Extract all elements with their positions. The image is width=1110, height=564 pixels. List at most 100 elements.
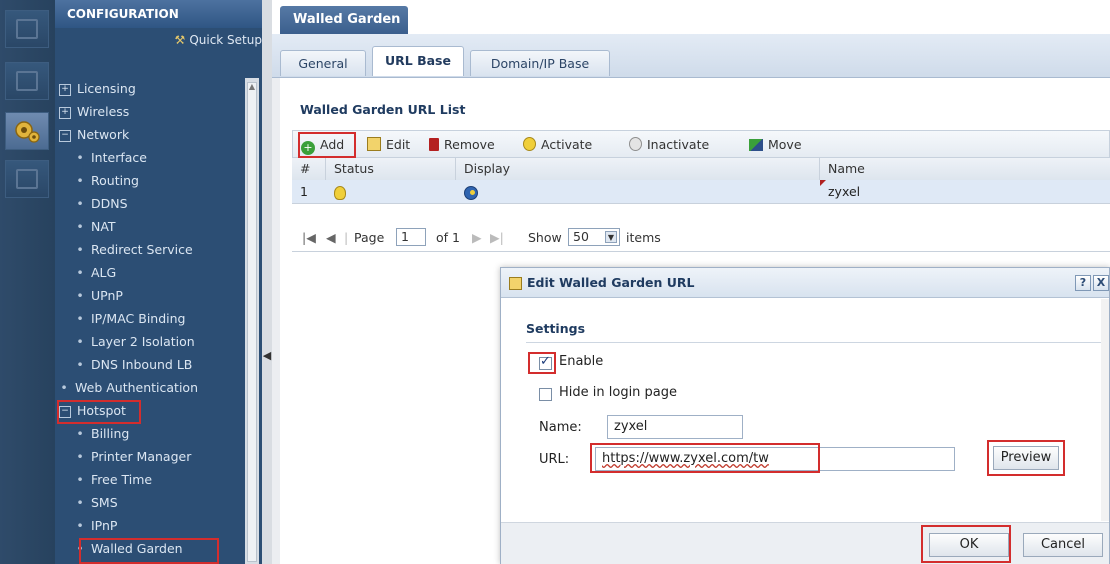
sidebar-item-label: SMS: [91, 495, 118, 510]
maintenance-icon[interactable]: [5, 160, 49, 198]
trash-icon: [429, 138, 439, 151]
quick-setup-label: Quick Setup: [189, 33, 262, 47]
dashboard-icon[interactable]: [5, 10, 49, 48]
preview-button[interactable]: Preview: [993, 446, 1059, 470]
ok-button[interactable]: OK: [929, 533, 1009, 557]
sidebar-item-licensing[interactable]: + Licensing: [59, 78, 136, 100]
sidebar-item-billing[interactable]: • Billing: [75, 423, 129, 445]
bullet-icon: •: [76, 495, 84, 510]
sidebar-item-redirect-service[interactable]: • Redirect Service: [75, 239, 193, 261]
bullet-icon: •: [76, 196, 84, 211]
name-input[interactable]: zyxel: [607, 415, 743, 439]
column-header-display[interactable]: Display: [456, 158, 820, 180]
column-header-index[interactable]: #: [292, 158, 326, 180]
next-page-icon[interactable]: ▶: [472, 229, 482, 247]
pager-separator: |: [344, 230, 349, 245]
sidebar-item-alg[interactable]: • ALG: [75, 262, 116, 284]
remove-button[interactable]: Remove: [429, 135, 495, 155]
collapse-icon: −: [59, 405, 71, 418]
cell-status: [326, 180, 456, 204]
bulb-on-icon: [334, 185, 346, 200]
expand-icon: +: [59, 83, 71, 96]
sidebar-item-hotspot[interactable]: − Hotspot: [59, 400, 126, 422]
close-button[interactable]: X: [1093, 275, 1109, 291]
hide-in-login-checkbox[interactable]: [539, 388, 552, 401]
sidebar-item-upnp[interactable]: • UPnP: [75, 285, 123, 307]
sidebar-item-label: Layer 2 Isolation: [91, 334, 195, 349]
collapse-sidebar-icon[interactable]: ◀: [262, 336, 272, 376]
sidebar-item-nat[interactable]: • NAT: [75, 216, 115, 238]
sidebar-item-label: DNS Inbound LB: [91, 357, 193, 372]
sidebar-item-wireless[interactable]: + Wireless: [59, 101, 129, 123]
dialog-scrollbar[interactable]: [1101, 299, 1109, 521]
url-input[interactable]: https://www.zyxel.com/tw: [595, 447, 955, 471]
sidebar-item-ip-mac-binding[interactable]: • IP/MAC Binding: [75, 308, 185, 330]
sidebar-item-layer-2-isolation[interactable]: • Layer 2 Isolation: [75, 331, 195, 353]
bullet-icon: •: [76, 541, 84, 556]
sidebar-item-web-authentication[interactable]: • Web Authentication: [59, 377, 198, 399]
bullet-icon: •: [76, 288, 84, 303]
scroll-up-icon[interactable]: ▲: [247, 82, 257, 94]
first-page-icon[interactable]: |◀: [302, 229, 316, 247]
configuration-sidebar: CONFIGURATION ⚒ Quick Setup + Licensing + Wi…: [55, 0, 272, 564]
edit-button[interactable]: Edit: [367, 135, 410, 155]
configuration-gear-icon[interactable]: [5, 112, 49, 150]
sidebar-item-label: IPnP: [91, 518, 118, 533]
items-label: items: [626, 230, 661, 245]
help-button[interactable]: ?: [1075, 275, 1091, 291]
sidebar-item-label: Interface: [91, 150, 147, 165]
sidebar-item-walled-garden[interactable]: • Walled Garden: [75, 538, 182, 560]
table-pager: |◀ ◀ | Page 1 of 1 ▶ ▶| Show 50 ▼ items: [292, 224, 1110, 252]
sidebar-item-free-time[interactable]: • Free Time: [75, 469, 152, 491]
sidebar-item-ipnp[interactable]: • IPnP: [75, 515, 117, 537]
column-header-status[interactable]: Status: [326, 158, 456, 180]
sidebar-item-label: Redirect Service: [91, 242, 193, 257]
sidebar-splitter[interactable]: [262, 0, 272, 564]
move-button[interactable]: Move: [749, 135, 802, 155]
app-icon-strip: [0, 0, 55, 564]
quick-setup-link[interactable]: ⚒ Quick Setup: [55, 28, 272, 52]
page-tab-bar: Walled Garden: [272, 0, 1110, 34]
sidebar-item-label: UPnP: [91, 288, 123, 303]
bullet-icon: •: [76, 311, 84, 326]
page-number-input[interactable]: 1: [396, 228, 426, 246]
tab-url-base[interactable]: URL Base: [372, 46, 464, 76]
cancel-button[interactable]: Cancel: [1023, 533, 1103, 557]
sidebar-item-routing[interactable]: • Routing: [75, 170, 139, 192]
sidebar-item-label: Routing: [91, 173, 139, 188]
activate-label: Activate: [541, 137, 593, 152]
inactivate-button[interactable]: Inactivate: [629, 135, 709, 155]
sidebar-scrollbar-thumb[interactable]: [247, 82, 257, 562]
display-icon: [464, 185, 478, 200]
bullet-icon: •: [76, 242, 84, 257]
expand-icon: +: [59, 106, 71, 119]
sidebar-item-dns-inbound-lb[interactable]: • DNS Inbound LB: [75, 354, 192, 376]
prev-page-icon[interactable]: ◀: [326, 229, 336, 247]
bullet-icon: •: [76, 150, 84, 165]
sidebar-item-printer-manager[interactable]: • Printer Manager: [75, 446, 191, 468]
sub-tab-bar: General URL Base Domain/IP Base: [272, 34, 1110, 78]
tab-domain-ip-base[interactable]: Domain/IP Base: [470, 50, 610, 76]
enable-label: Enable: [559, 354, 604, 369]
enable-checkbox[interactable]: [539, 354, 552, 370]
remove-label: Remove: [444, 137, 495, 152]
sidebar-item-interface[interactable]: • Interface: [75, 147, 147, 169]
bullet-icon: •: [76, 219, 84, 234]
tab-general[interactable]: General: [280, 50, 366, 76]
dialog-button-bar: OK Cancel: [501, 522, 1109, 564]
sidebar-item-sms[interactable]: • SMS: [75, 492, 118, 514]
last-page-icon[interactable]: ▶|: [490, 229, 504, 247]
name-label: Name:: [539, 420, 582, 435]
cell-name-text: zyxel: [828, 184, 861, 199]
dirty-marker-icon: [820, 180, 826, 186]
bullet-icon: •: [76, 472, 84, 487]
sidebar-item-network[interactable]: − Network: [59, 124, 129, 146]
page-size-select[interactable]: 50 ▼: [568, 228, 620, 246]
add-label: Add: [320, 137, 345, 152]
monitor-icon[interactable]: [5, 62, 49, 100]
sidebar-item-ddns[interactable]: • DDNS: [75, 193, 127, 215]
column-header-name[interactable]: Name: [820, 158, 1110, 180]
activate-button[interactable]: Activate: [523, 135, 592, 155]
add-button[interactable]: + Add: [301, 135, 344, 155]
tab-walled-garden[interactable]: Walled Garden: [280, 6, 408, 34]
